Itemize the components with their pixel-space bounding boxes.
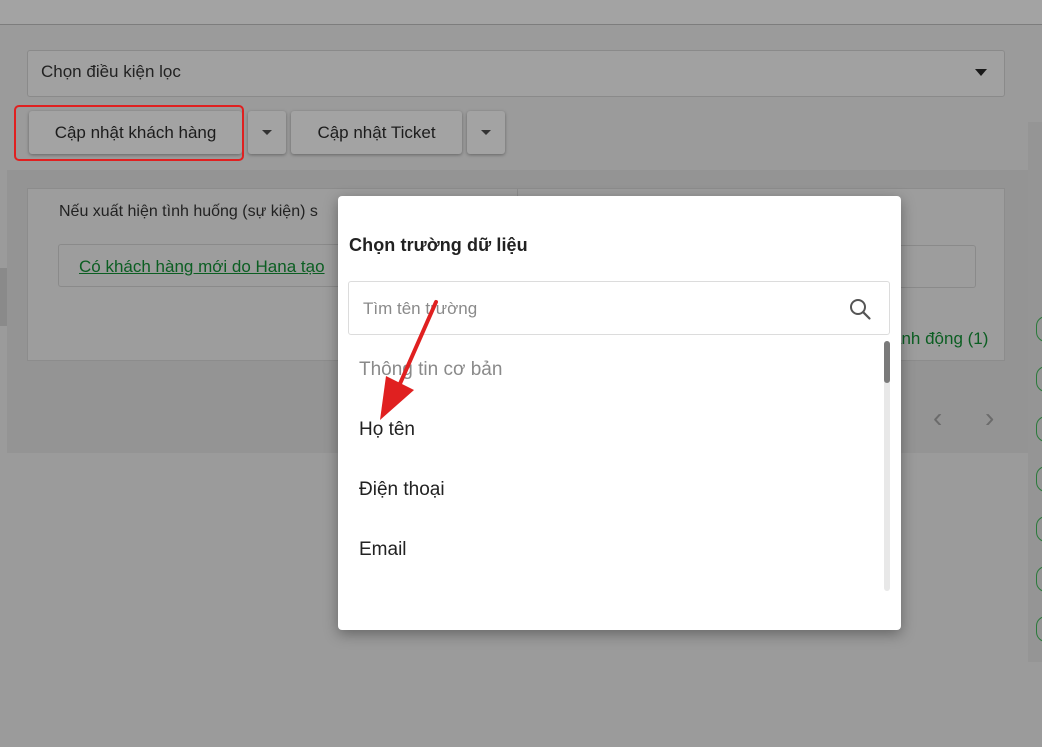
filter-condition-select[interactable]: Chọn điều kiện lọc (27, 50, 1005, 97)
filter-condition-label: Chọn điều kiện lọc (41, 62, 181, 81)
event-right-box (888, 245, 976, 288)
event-trigger-link[interactable]: Có khách hàng mới do Hana tạo (79, 257, 325, 277)
search-icon[interactable] (848, 297, 872, 321)
update-ticket-label: Cập nhật Ticket (317, 122, 436, 142)
update-ticket-dropdown-button[interactable] (467, 111, 505, 154)
chevron-left-icon[interactable]: ‹ (933, 404, 942, 432)
field-option-dien-thoai[interactable]: Điện thoại (359, 479, 445, 501)
scrollbar-thumb[interactable] (884, 341, 890, 383)
annotation-highlight-box (14, 105, 244, 161)
update-ticket-button[interactable]: Cập nhật Ticket (291, 111, 462, 154)
chevron-right-icon[interactable]: › (985, 404, 994, 432)
event-title: Nếu xuất hiện tình huống (sự kiện) s (59, 203, 318, 220)
annotation-arrow-icon (380, 300, 438, 420)
chevron-down-icon (262, 130, 272, 135)
field-list-scrollbar[interactable] (884, 341, 890, 591)
field-option-email[interactable]: Email (359, 539, 407, 561)
chevron-down-icon (481, 130, 491, 135)
top-bar (0, 0, 1042, 25)
actions-link[interactable]: ành động (1) (892, 329, 988, 349)
modal-title: Chọn trường dữ liệu (349, 235, 528, 255)
chevron-down-icon (975, 69, 987, 76)
update-customer-dropdown-button[interactable] (248, 111, 286, 154)
left-edge-strip (0, 268, 7, 326)
